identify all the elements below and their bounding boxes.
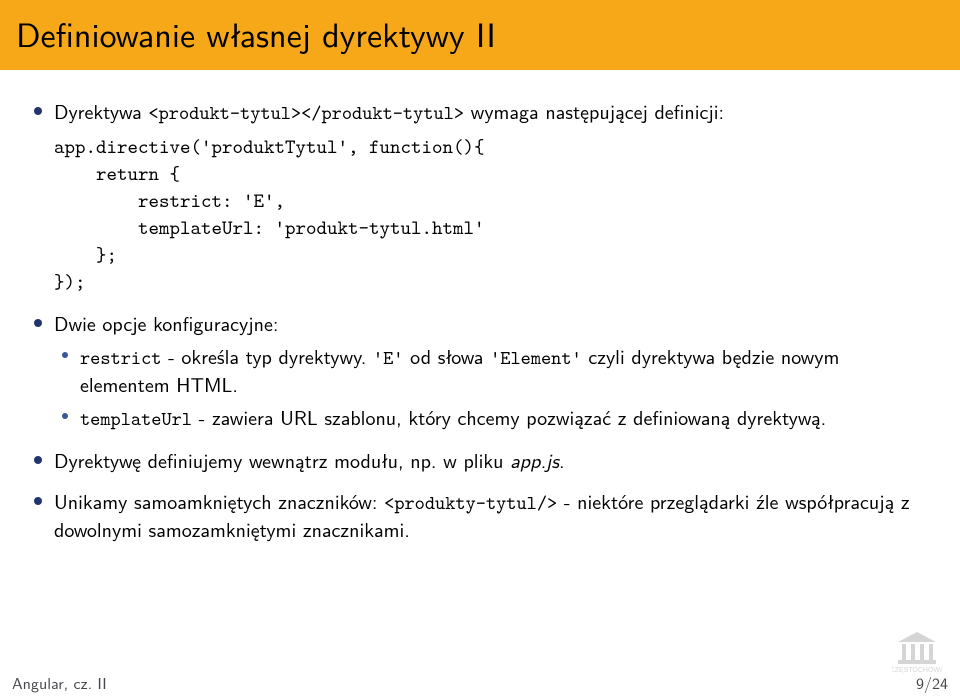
sub-bullet-list: restrict - określa typ dyrektywy. 'E' od… xyxy=(54,343,930,432)
sub-bullet-2: templateUrl - zawiera URL szablonu, któr… xyxy=(80,404,930,432)
code-line: templateUrl: 'produkt-tytul.html' xyxy=(54,215,484,241)
inline-code: <produkt-tytul></produkt-tytul> xyxy=(148,100,464,126)
inline-code: templateUrl xyxy=(80,406,192,432)
inline-code: restrict xyxy=(80,345,161,371)
code-block: app.directive('produktTytul', function()… xyxy=(54,134,930,296)
bullet-item-3: Dyrektywę definiujemy wewnątrz modułu, n… xyxy=(54,447,930,474)
inline-code: 'Element' xyxy=(490,345,582,371)
code-line: app.directive('produktTytul', function()… xyxy=(54,134,485,160)
code-line: }); xyxy=(54,269,86,295)
bullet-item-1: Dyrektywa <produkt-tytul></produkt-tytul… xyxy=(54,98,930,296)
code-line: }; xyxy=(54,242,117,268)
code-line: return { xyxy=(54,161,180,187)
footer-left: Angular, cz. II xyxy=(12,671,107,694)
text: Dyrektywę definiujemy wewnątrz modułu, n… xyxy=(54,446,510,475)
footer-page-number: 9/24 xyxy=(916,671,948,694)
slide-title-box: Definiowanie własnej dyrektywy II xyxy=(0,0,960,70)
text: - określa typ dyrektywy. xyxy=(161,342,372,371)
sub-bullet-1: restrict - określa typ dyrektywy. 'E' od… xyxy=(80,343,930,398)
filename: app.js xyxy=(510,446,559,475)
text: wymaga następującej definicji: xyxy=(464,97,724,126)
text: Dyrektywa xyxy=(54,97,148,126)
institution-logo-icon: CZĘSTOCHOWA xyxy=(892,630,942,674)
text: Dwie opcje konfiguracyjne: xyxy=(54,309,278,338)
inline-code: 'E' xyxy=(373,345,404,371)
slide-footer: Angular, cz. II 9/24 xyxy=(12,671,948,694)
text: - zawiera URL szablonu, który chcemy poz… xyxy=(192,403,826,432)
text: . xyxy=(559,446,565,475)
inline-code: <produkty-tytul/> xyxy=(384,490,557,516)
text: Unikamy samoamkniętych znaczników: xyxy=(54,487,384,516)
bullet-item-2: Dwie opcje konfiguracyjne: restrict - ok… xyxy=(54,310,930,432)
bullet-item-4: Unikamy samoamkniętych znaczników: <prod… xyxy=(54,488,930,543)
slide-content: Dyrektywa <produkt-tytul></produkt-tytul… xyxy=(0,70,960,543)
slide-title: Definiowanie własnej dyrektywy II xyxy=(16,8,944,58)
text: od słowa xyxy=(403,342,490,371)
code-line: restrict: 'E', xyxy=(54,188,285,214)
bullet-list: Dyrektywa <produkt-tytul></produkt-tytul… xyxy=(30,98,930,543)
